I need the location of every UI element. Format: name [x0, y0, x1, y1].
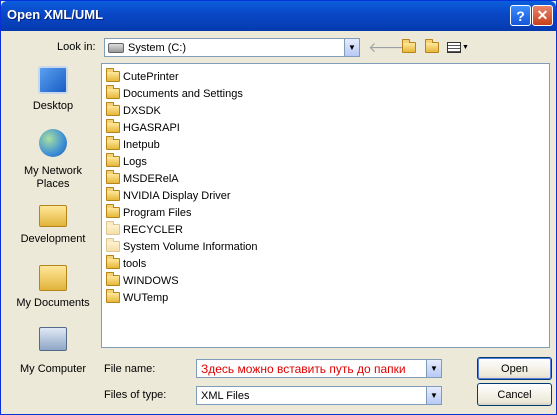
place-label: Desktop	[32, 100, 74, 112]
filename-value[interactable]: Здесь можно вставить путь до папки	[197, 362, 426, 376]
filetype-dropdown[interactable]: XML Files ▼	[196, 386, 442, 405]
folder-icon	[106, 289, 120, 303]
folder-icon	[106, 153, 120, 167]
folder-icon	[106, 68, 120, 82]
window-title: Open XML/UML	[7, 7, 104, 22]
list-item[interactable]: Logs	[106, 153, 147, 170]
chevron-down-icon[interactable]: ▼	[426, 360, 441, 377]
computer-icon	[39, 327, 67, 351]
filename-label: File name:	[104, 363, 156, 375]
places-bar: Desktop My Network Places Development My…	[9, 61, 97, 381]
place-label: Development	[20, 233, 86, 245]
list-item[interactable]: MSDERelA	[106, 170, 179, 187]
folder-icon	[106, 85, 120, 99]
place-network[interactable]: My Network Places	[9, 129, 97, 190]
list-item[interactable]: DXSDK	[106, 102, 161, 119]
filename-input[interactable]: Здесь можно вставить путь до папки ▼	[196, 359, 442, 378]
list-item[interactable]: WUTemp	[106, 289, 168, 306]
list-item[interactable]: Documents and Settings	[106, 85, 243, 102]
place-label: My Computer	[19, 363, 87, 375]
title-bar[interactable]: Open XML/UML ? ✕	[1, 1, 556, 31]
list-item[interactable]: Program Files	[106, 204, 191, 221]
chevron-down-icon[interactable]: ▼	[344, 39, 359, 56]
list-item[interactable]: HGASRAPI	[106, 119, 180, 136]
desktop-icon	[38, 66, 68, 94]
lookin-label: Look in:	[57, 41, 96, 53]
folder-icon	[106, 221, 120, 235]
list-item[interactable]: Inetpub	[106, 136, 160, 153]
folder-icon	[106, 204, 120, 218]
place-label: My Network Places	[23, 165, 83, 190]
lookin-dropdown[interactable]: System (C:) ▼	[104, 38, 360, 57]
network-icon	[39, 129, 67, 157]
list-item[interactable]: tools	[106, 255, 146, 272]
documents-icon	[39, 265, 67, 291]
filetype-value: XML Files	[201, 389, 250, 402]
folder-icon	[106, 187, 120, 201]
drive-icon	[108, 42, 124, 53]
list-item[interactable]: RECYCLER	[106, 221, 183, 238]
folder-icon	[106, 170, 120, 184]
folder-icon	[106, 136, 120, 150]
up-folder-icon[interactable]	[399, 38, 419, 56]
view-menu-icon[interactable]: ▼	[446, 38, 470, 56]
new-folder-icon[interactable]	[422, 38, 442, 56]
folder-icon	[39, 205, 67, 227]
file-list[interactable]: CutePrinter Documents and Settings DXSDK…	[101, 63, 550, 348]
place-computer[interactable]: My Computer	[9, 325, 97, 385]
help-button[interactable]: ?	[510, 5, 531, 26]
list-item[interactable]: WINDOWS	[106, 272, 179, 289]
place-desktop[interactable]: Desktop	[9, 66, 97, 126]
chevron-down-icon[interactable]: ▼	[426, 387, 441, 404]
cancel-button[interactable]: Cancel	[477, 383, 552, 406]
filetype-label: Files of type:	[104, 389, 167, 401]
folder-icon	[106, 119, 120, 133]
place-label: My Documents	[16, 297, 90, 309]
list-item[interactable]: CutePrinter	[106, 68, 179, 85]
list-item[interactable]: NVIDIA Display Driver	[106, 187, 231, 204]
list-item[interactable]: System Volume Information	[106, 238, 258, 255]
close-button[interactable]: ✕	[532, 5, 553, 26]
folder-icon	[106, 255, 120, 269]
lookin-value: System (C:)	[128, 41, 187, 54]
folder-icon	[106, 238, 120, 252]
open-dialog: Open XML/UML ? ✕ Look in: System (C:) ▼ …	[0, 0, 557, 415]
place-development[interactable]: Development	[9, 201, 97, 261]
open-button[interactable]: Open	[477, 357, 552, 380]
back-arrow-icon[interactable]: 🡐	[368, 38, 406, 56]
place-documents[interactable]: My Documents	[9, 263, 97, 323]
folder-icon	[106, 102, 120, 116]
folder-icon	[106, 272, 120, 286]
